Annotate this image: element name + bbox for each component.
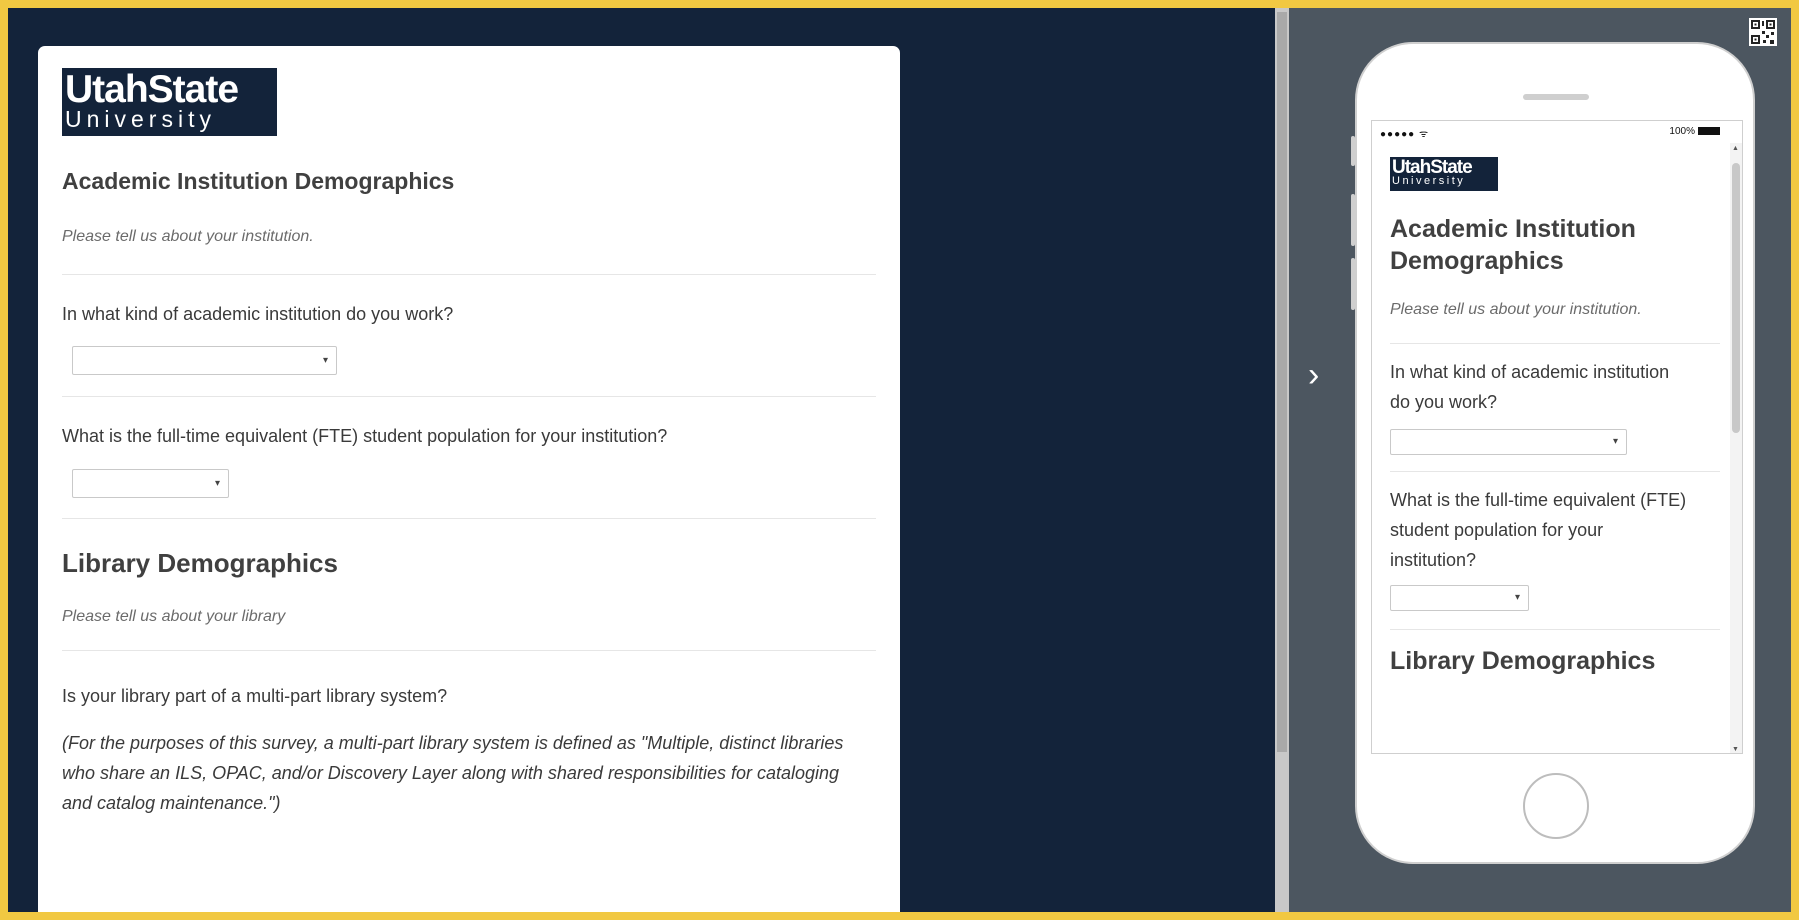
divider [62, 396, 876, 397]
phone-status-bar: ●●●●● ᯤ 100% [1372, 121, 1742, 143]
utah-state-logo: UtahState University [1390, 157, 1498, 191]
chevron-down-icon: ▾ [322, 355, 328, 366]
question-multipart-note: (For the purposes of this survey, a mult… [62, 733, 844, 813]
chevron-down-icon: ▾ [1612, 436, 1618, 447]
chevron-right-icon[interactable]: › [1308, 356, 1319, 395]
section-title-academic: Academic Institution Demographics [62, 168, 455, 194]
section-intro-library: Please tell us about your library [62, 608, 286, 625]
section-title-library: Library Demographics [62, 548, 338, 578]
preview-section-title-academic: Academic Institution Demographics [1390, 215, 1636, 275]
preview-scrollbar[interactable]: ▲ ▼ [1730, 143, 1742, 753]
preview-section-title-library: Library Demographics [1390, 647, 1656, 675]
phone-mockup: ●●●●● ᯤ 100% UtahState University Academ… [1351, 42, 1755, 864]
phone-side-button [1351, 136, 1355, 166]
institution-type-select[interactable]: ▾ [72, 346, 337, 375]
phone-speaker [1523, 94, 1589, 100]
preview-section-intro-academic: Please tell us about your institution. [1390, 301, 1642, 318]
question-multipart-system: Is your library part of a multi-part lib… [62, 686, 448, 706]
divider [62, 650, 876, 651]
app-frame: UtahState University Academic Institutio… [8, 8, 1791, 912]
divider [1390, 343, 1720, 344]
survey-card: UtahState University Academic Institutio… [38, 46, 900, 912]
logo-line-1: UtahState [65, 68, 239, 111]
question-fte-population: What is the full-time equivalent (FTE) s… [62, 426, 668, 446]
fte-population-select[interactable]: ▾ [72, 469, 229, 498]
divider [1390, 471, 1720, 472]
phone-home-button [1523, 773, 1589, 839]
preview-institution-type-select[interactable]: ▾ [1390, 429, 1627, 455]
battery-percent: 100% [1669, 126, 1695, 137]
scroll-down-icon[interactable]: ▼ [1732, 746, 1739, 753]
phone-screen: ●●●●● ᯤ 100% UtahState University Academ… [1371, 120, 1743, 754]
logo-line-2: University [1392, 175, 1466, 187]
divider [62, 274, 876, 275]
preview-fte-population-select[interactable]: ▾ [1390, 585, 1529, 611]
scroll-up-icon[interactable]: ▲ [1732, 145, 1739, 152]
phone-side-button [1351, 194, 1355, 246]
qr-code-icon[interactable] [1749, 18, 1777, 46]
signal-icon: ●●●●● ᯤ [1380, 129, 1430, 140]
divider [62, 518, 876, 519]
editor-scrollbar[interactable] [1275, 8, 1289, 912]
utah-state-logo: UtahState University [62, 68, 277, 136]
chevron-down-icon: ▾ [1514, 592, 1520, 603]
chevron-down-icon: ▾ [214, 478, 220, 489]
phone-side-button [1351, 258, 1355, 310]
question-institution-type: In what kind of academic institution do … [62, 304, 454, 324]
preview-question-fte-population: What is the full-time equivalent (FTE) s… [1390, 490, 1687, 570]
section-intro-academic: Please tell us about your institution. [62, 228, 314, 245]
preview-question-institution-type: In what kind of academic institution do … [1390, 362, 1670, 412]
battery-icon [1698, 127, 1720, 136]
divider [1390, 629, 1720, 630]
logo-line-2: University [65, 106, 216, 132]
scrollbar-thumb[interactable] [1277, 12, 1287, 752]
scrollbar-thumb[interactable] [1732, 163, 1740, 433]
battery-status: 100% [1669, 126, 1720, 137]
